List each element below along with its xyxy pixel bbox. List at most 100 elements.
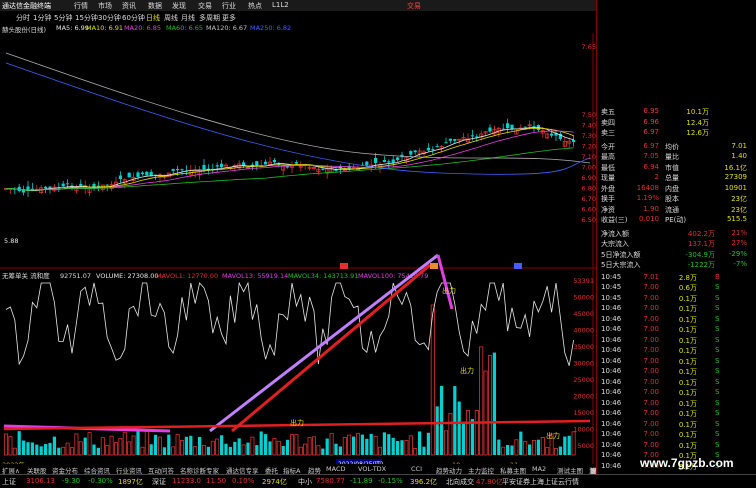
quote-cell: 10:46 [601, 367, 622, 375]
period-tab-daily[interactable]: 日线 [146, 13, 160, 23]
menu-item-hot[interactable]: 热点 [248, 1, 262, 11]
indicator-v1: 92751.07 [60, 272, 91, 280]
volume-tick-label: 35000 [573, 343, 594, 351]
volume-bar [307, 437, 312, 456]
trade-button[interactable]: 交易 [407, 1, 421, 11]
quote-cell: 7.00 [643, 283, 659, 291]
volume-bar [457, 401, 461, 455]
volume-tick-label: 30000 [573, 360, 594, 368]
quote-cell: 23亿 [731, 195, 747, 203]
volume-bar [74, 433, 79, 456]
ma5-label: MA5: 6.99 [56, 24, 89, 32]
event-marker-1[interactable] [340, 263, 348, 269]
quote-row: 10:46 7.00 0.1万 S [597, 325, 756, 336]
bottom-tab[interactable]: MA2 [532, 465, 546, 473]
volume-bar [8, 436, 13, 456]
quote-row: 10:45 7.00 0.1万 S [597, 294, 756, 305]
candle-body [453, 139, 457, 141]
quote-cell: B [715, 272, 720, 281]
volume-bar [352, 436, 356, 455]
sz-index-label[interactable]: 深证 [152, 477, 166, 487]
volume-bar [114, 442, 119, 456]
menu-item-trade[interactable]: 交易 [198, 1, 212, 11]
quote-cell: 10:46 [601, 409, 622, 417]
quote-cell: S [715, 283, 720, 291]
volume-tick-label: 10000 [573, 426, 594, 434]
volume-bar [479, 346, 484, 456]
candle-body [61, 183, 65, 187]
quote-cell: 内盘 [665, 184, 679, 193]
quote-row: 最低 6.94 市值 16.1亿 [597, 163, 756, 174]
trend-line-magenta-drop [436, 254, 454, 310]
volume-bar [325, 438, 329, 455]
bottom-tab[interactable]: MACD [326, 465, 345, 473]
period-tab-30min[interactable]: 30分钟 [98, 13, 121, 23]
bottom-tab[interactable]: VOL-TDX [358, 465, 386, 473]
period-tab-more[interactable]: 更多 [222, 13, 236, 23]
quote-cell: S [715, 356, 720, 365]
quote-cell: 16.1亿 [724, 163, 747, 172]
period-tab-1min[interactable]: 1分钟 [33, 13, 51, 23]
quote-row: 卖四 6.96 12.4万 [597, 118, 756, 129]
menu-item-market[interactable]: 市场 [98, 1, 112, 11]
candle-body [223, 164, 228, 167]
volume-bar [294, 434, 299, 456]
volume-bar [528, 444, 532, 455]
menu-item-data[interactable]: 数据 [148, 1, 162, 11]
zx-index-label[interactable]: 中小 [298, 477, 312, 487]
quote-cell: 10:46 [601, 398, 622, 407]
sh-index-label[interactable]: 上证 [2, 477, 16, 487]
north-flow-label[interactable]: 北向成交 [446, 477, 474, 487]
volume-bar [387, 434, 391, 455]
menu-item-industry[interactable]: 行业 [222, 1, 236, 11]
stock-chart[interactable]: 7.50 7.40 7.30 7.20 7.10 7.00 6.90 6.80 6.70 6.60… [0, 33, 596, 473]
quote-row: 10:46 7.00 0.1万 S [597, 357, 756, 368]
volume-bar [373, 435, 378, 456]
period-tab-5min[interactable]: 5分钟 [54, 13, 72, 23]
news-ticker[interactable]: 平安证券上海上证云行情 [502, 477, 579, 487]
price-axis: 7.50 7.40 7.30 7.20 7.10 7.00 6.90 6.80 6.70 6.60… [582, 43, 596, 224]
volume-bar [453, 386, 457, 455]
volume-bar [255, 445, 259, 455]
period-tab-15min[interactable]: 15分钟 [75, 13, 98, 23]
menu-item-news[interactable]: 资讯 [122, 1, 136, 11]
volume-bar [329, 433, 334, 456]
volume-bar [237, 438, 241, 455]
volume-bar [210, 440, 215, 456]
quote-cell: 515.5 [726, 215, 747, 223]
ma250-label: MA250: 6.82 [250, 24, 292, 32]
volume-bar [22, 440, 26, 455]
period-tab-weekly[interactable]: 周线 [164, 13, 178, 23]
event-marker-2[interactable] [430, 263, 438, 269]
quote-cell: 6.97 [643, 128, 659, 136]
ma120-line [5, 52, 591, 164]
indicator-name: 无筹单关 流和度 [2, 271, 50, 280]
volume-bar [109, 435, 114, 456]
menu-item-l1l2[interactable]: L1L2 [272, 1, 289, 9]
period-tab-monthly[interactable]: 月线 [181, 13, 195, 23]
event-marker-3[interactable] [514, 263, 522, 269]
volume-bar [377, 446, 382, 456]
quote-row: 净流入额 402.2万 21% [597, 229, 756, 240]
bottom-tab[interactable]: CCI [411, 465, 422, 473]
bottom-tabs: 扩展∧ 关联股 资金分布 综合资讯 行业资讯 互动问答 名称诊断专家 通达信专享 委托 指标A 趋势… [0, 464, 621, 475]
menu-item-quotes[interactable]: 行情 [74, 1, 88, 11]
candle-body [382, 159, 386, 162]
period-tab-multi[interactable]: 多周期 [199, 13, 220, 23]
candle-body [523, 126, 527, 128]
period-tab-60min[interactable]: 60分钟 [122, 13, 145, 23]
sh-index-amount: 1897亿 [118, 478, 143, 486]
quote-row: 10:46 7.00 0.1万 S [597, 388, 756, 399]
volume-bar [382, 432, 386, 455]
sz-index-pct: 0.10% [232, 477, 255, 485]
quote-cell: 0.1万 [678, 336, 697, 345]
menu-item-discover[interactable]: 发现 [172, 1, 186, 11]
mavol3-label: MAVOL34: 143713.91 [288, 272, 358, 280]
price-tick-label: 7.10 [582, 153, 596, 161]
volume-tick-label: 20000 [573, 393, 594, 401]
period-tab-minute[interactable]: 分时 [16, 13, 30, 23]
volume-bar [487, 355, 492, 456]
quote-cell: 均价 [665, 142, 679, 151]
quote-cell: S [715, 388, 720, 396]
volume-bar [12, 447, 17, 456]
